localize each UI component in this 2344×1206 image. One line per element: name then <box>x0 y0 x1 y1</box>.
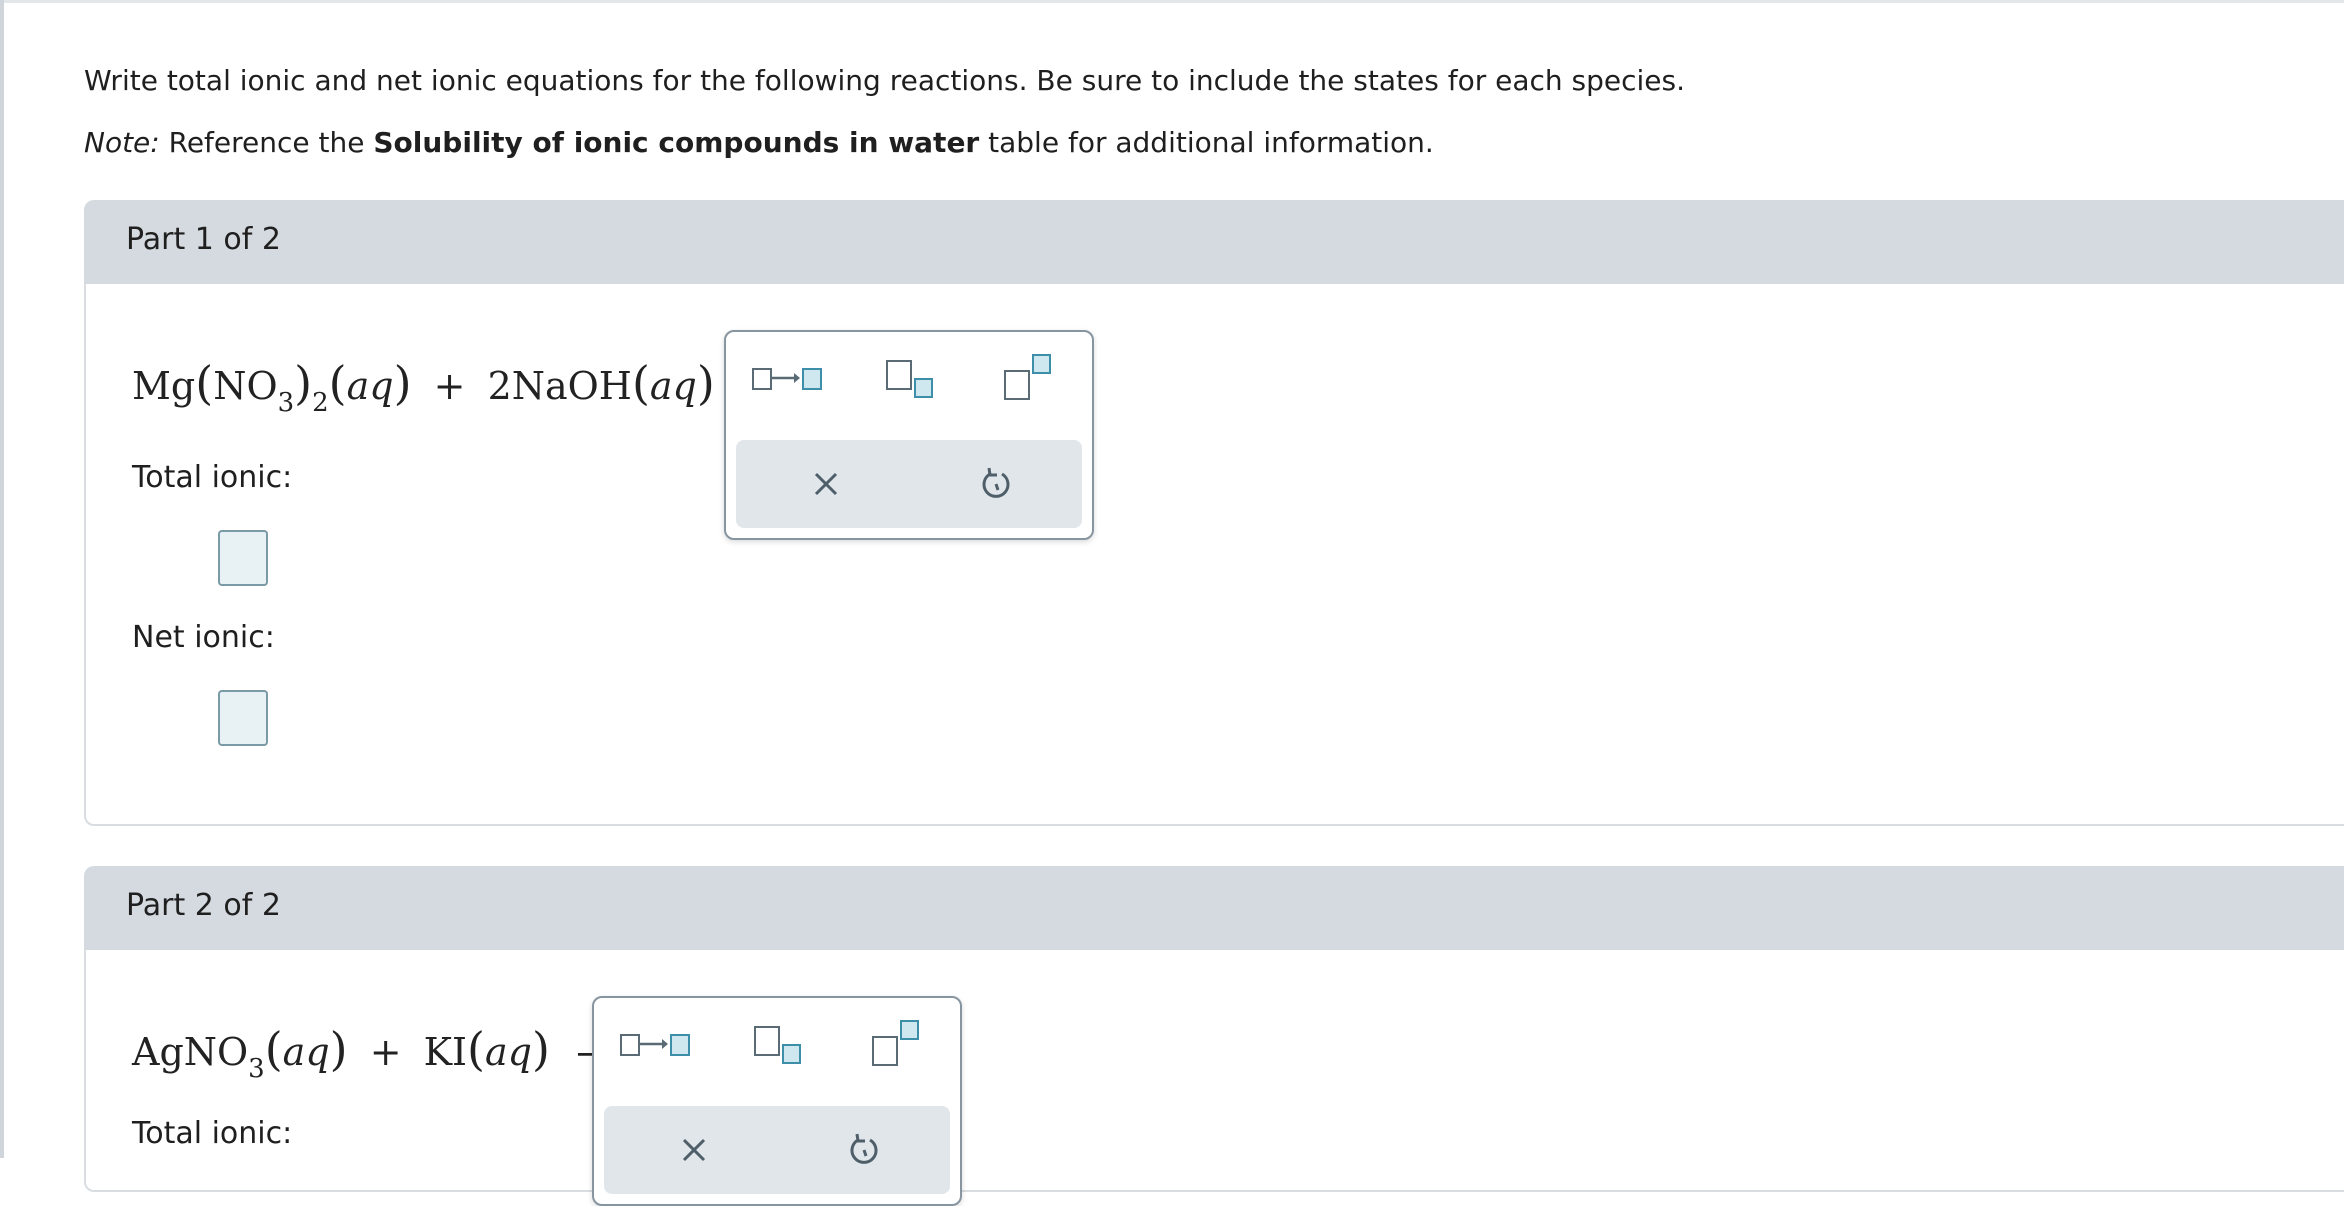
box-target-icon <box>670 1034 690 1056</box>
part-1-title: Part 1 of 2 <box>126 222 281 257</box>
superscript-icon <box>872 1036 898 1066</box>
superscript-tool-button[interactable] <box>872 1020 928 1066</box>
part-1-header: Part 1 of 2 <box>84 200 2344 284</box>
undo-icon[interactable] <box>844 1130 884 1170</box>
superscript-icon <box>1004 370 1030 400</box>
box-icon <box>620 1034 640 1056</box>
subscript-tool-button[interactable] <box>754 1024 810 1064</box>
left-rail <box>0 0 4 1158</box>
subscript-box-icon <box>782 1044 801 1064</box>
reaction-arrow-tool-button[interactable] <box>620 1024 696 1064</box>
eq-no3: NO <box>213 364 278 408</box>
instructions-line: Write total ionic and net ionic equation… <box>84 64 1686 97</box>
undo-icon[interactable] <box>976 464 1016 504</box>
part-2-header: Part 2 of 2 <box>84 866 2344 950</box>
palette-actions <box>736 440 1082 528</box>
eq-sub-2: 2 <box>312 388 329 418</box>
clear-icon[interactable] <box>806 464 846 504</box>
equation-palette <box>724 330 1094 540</box>
total-ionic-input[interactable] <box>218 530 268 586</box>
eq-naoh: 2NaOH <box>487 364 632 408</box>
note-prefix: Note: <box>84 126 160 159</box>
net-ionic-label: Net ionic: <box>132 620 275 655</box>
eq-plus: + <box>433 364 466 408</box>
superscript-box-icon <box>900 1020 919 1040</box>
eq-state-aq-2: aq <box>649 364 697 408</box>
note-text: Reference the <box>159 126 374 159</box>
eq-sub-3: 3 <box>277 388 295 418</box>
reaction-arrow-tool-button[interactable] <box>752 358 828 398</box>
arrow-icon <box>640 1039 668 1049</box>
eq-mg: Mg <box>132 364 196 408</box>
part-1-equation: Mg(NO3)2(aq) + 2NaOH(aq) → <box>132 356 769 418</box>
note-line: Note: Reference the Solubility of ionic … <box>84 126 1434 160</box>
clear-icon[interactable] <box>674 1130 714 1170</box>
eq-agno: AgNO <box>132 1030 249 1074</box>
eq-plus: + <box>369 1030 402 1074</box>
eq-ki: KI <box>423 1030 468 1074</box>
total-ionic-label-2: Total ionic: <box>132 1116 293 1151</box>
subscript-tool-button[interactable] <box>886 358 942 398</box>
part-2-title: Part 2 of 2 <box>126 888 281 923</box>
net-ionic-input[interactable] <box>218 690 268 746</box>
equation-palette-2 <box>592 996 962 1206</box>
top-rule <box>0 0 2344 3</box>
eq-state-aq-2: aq <box>485 1030 532 1074</box>
box-icon <box>752 368 772 390</box>
superscript-box-icon <box>1032 354 1051 374</box>
note-text-end: table for additional information. <box>979 126 1434 159</box>
eq-state-aq: aq <box>346 364 394 408</box>
total-ionic-label: Total ionic: <box>132 460 293 495</box>
subscript-box-icon <box>914 378 933 398</box>
eq-sub-3: 3 <box>248 1054 265 1084</box>
solubility-table-link[interactable]: Solubility of ionic compounds in water <box>373 126 979 159</box>
subscript-icon <box>754 1026 780 1056</box>
palette-actions <box>604 1106 950 1194</box>
part-2-equation: AgNO3(aq) + KI(aq) → <box>132 1022 605 1084</box>
box-target-icon <box>802 368 822 390</box>
superscript-tool-button[interactable] <box>1004 354 1060 400</box>
arrow-icon <box>772 373 800 383</box>
eq-state-aq: aq <box>282 1030 330 1074</box>
subscript-icon <box>886 360 912 390</box>
